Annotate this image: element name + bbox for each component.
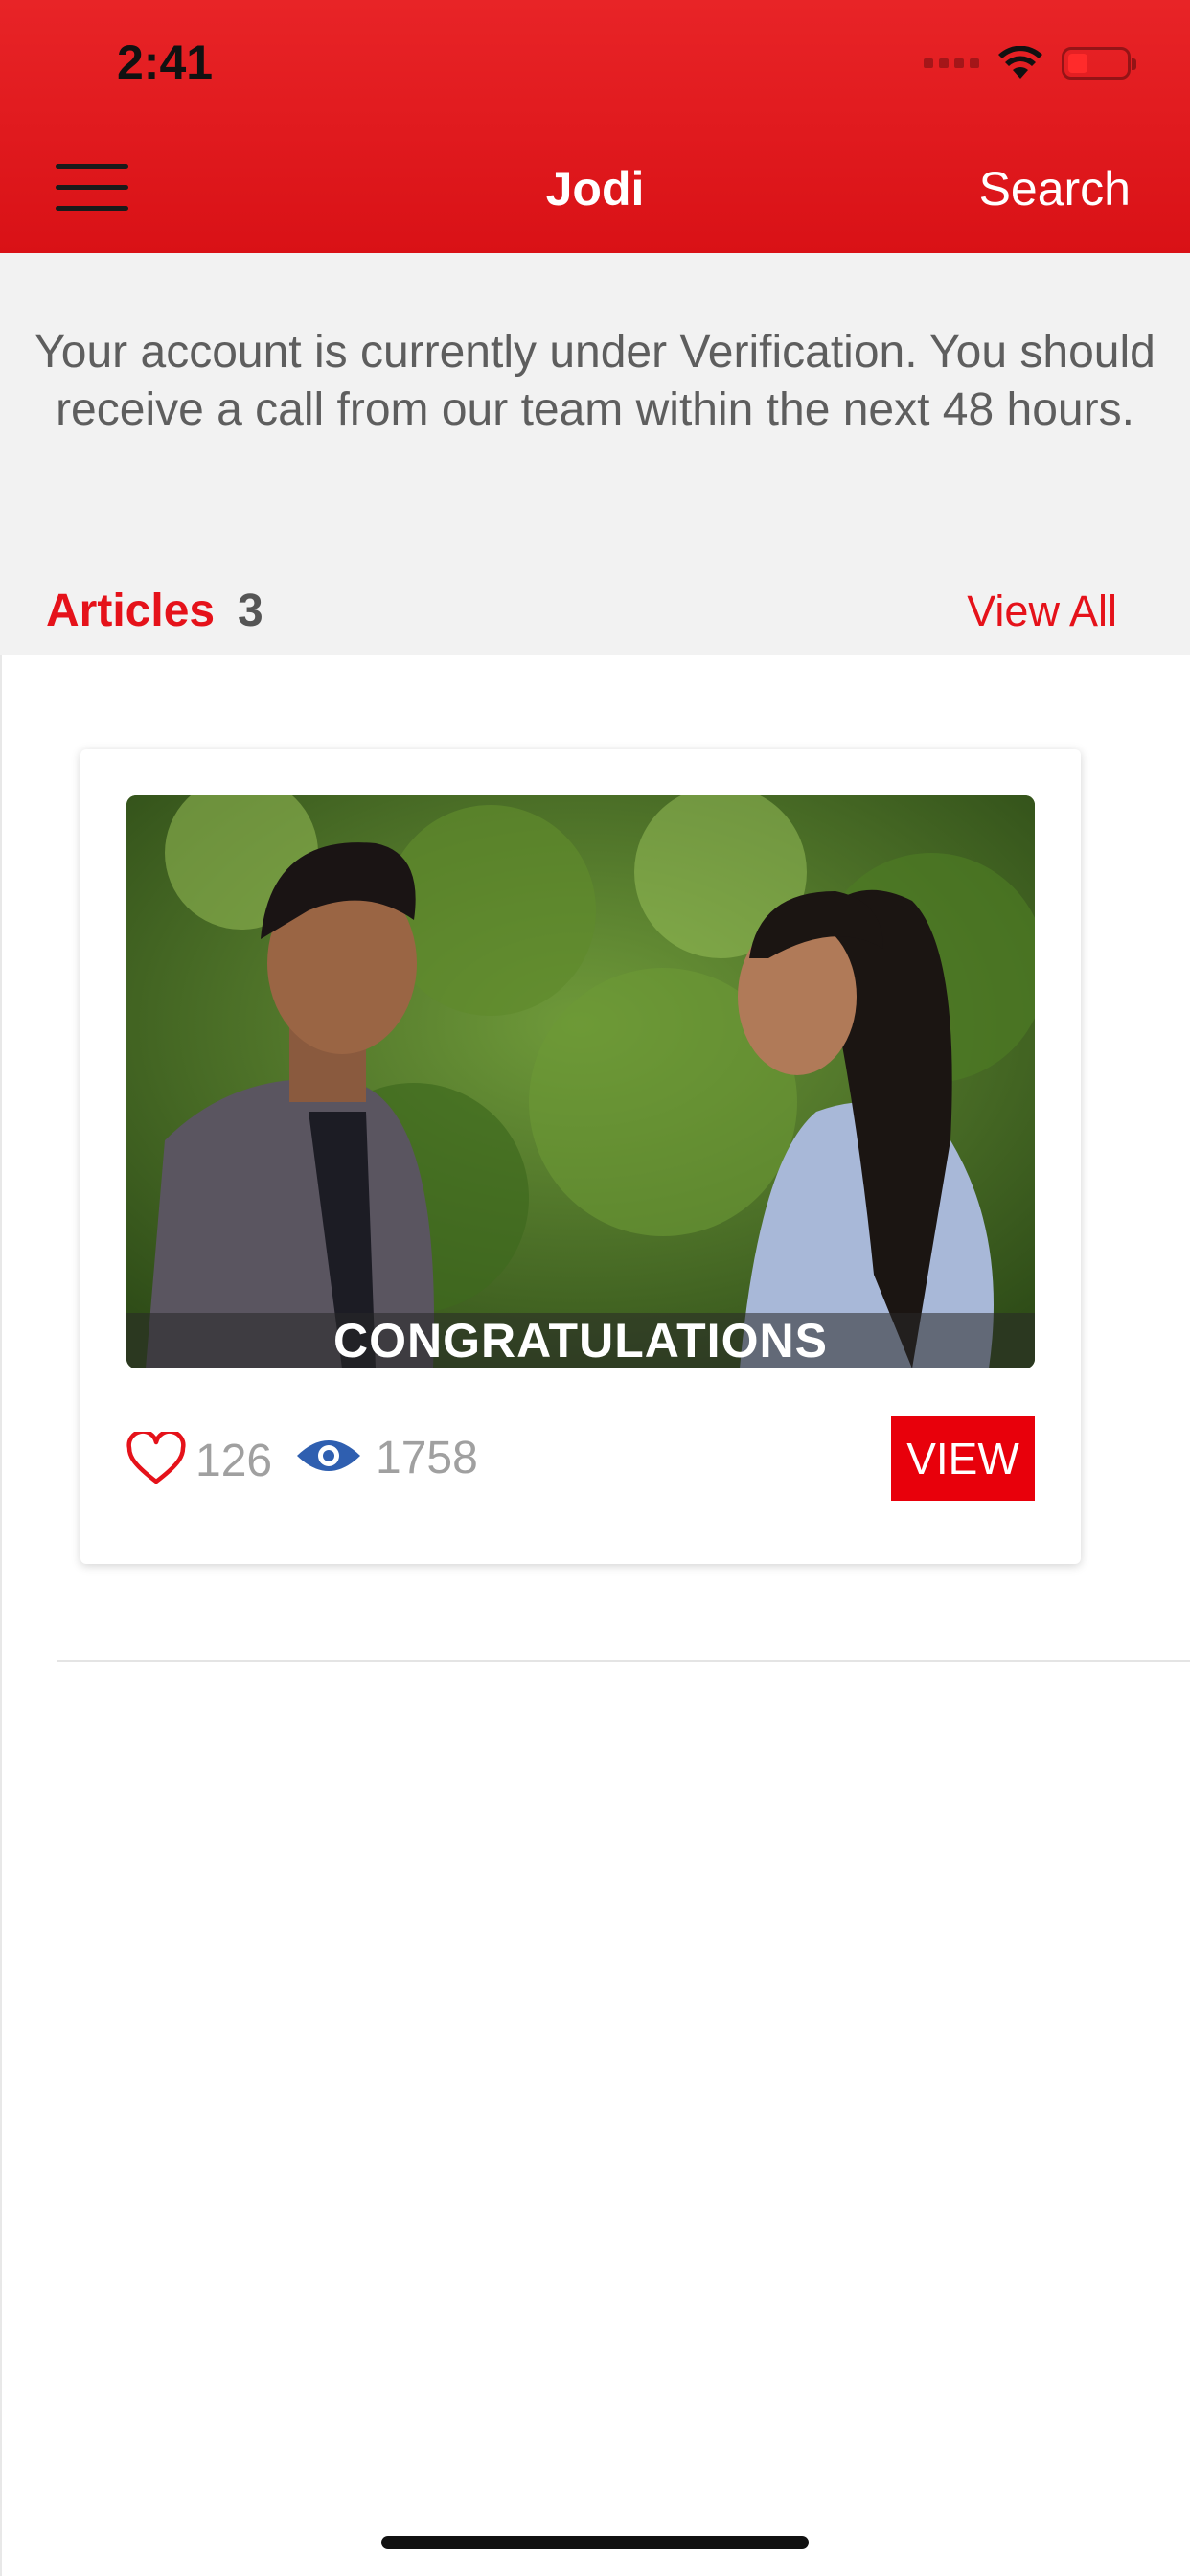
articles-count: 3 (238, 586, 263, 636)
article-image[interactable]: CONGRATULATIONS (126, 795, 1035, 1368)
divider (0, 656, 2, 2576)
views-count: 1758 (376, 1433, 478, 1484)
heart-icon[interactable] (126, 1429, 186, 1490)
view-article-button[interactable]: VIEW (891, 1416, 1035, 1501)
status-time: 2:41 (117, 35, 214, 89)
battery-icon (1062, 47, 1136, 80)
verification-section: Your account is currently under Verifica… (0, 253, 1190, 656)
home-indicator[interactable] (381, 2536, 809, 2549)
view-all-link[interactable]: View All (967, 586, 1117, 636)
divider (57, 1660, 1190, 1662)
status-indicators (924, 42, 1136, 84)
search-button[interactable]: Search (979, 161, 1131, 217)
verification-notice: Your account is currently under Verifica… (34, 327, 1156, 435)
views-group: 1758 (295, 1432, 478, 1484)
articles-heading: Articles (46, 586, 216, 636)
app-header: 2:41 Jodi Search (0, 0, 1190, 253)
caption-bar: CONGRATULATIONS (126, 1313, 1035, 1368)
article-caption: CONGRATULATIONS (333, 1314, 828, 1368)
signal-icon (924, 58, 979, 68)
likes-group[interactable]: 126 (126, 1429, 273, 1490)
eye-icon (295, 1435, 362, 1482)
likes-count: 126 (195, 1436, 273, 1486)
article-card[interactable]: CONGRATULATIONS 126 1758 VIEW (80, 749, 1081, 1564)
wifi-icon (998, 46, 1042, 80)
